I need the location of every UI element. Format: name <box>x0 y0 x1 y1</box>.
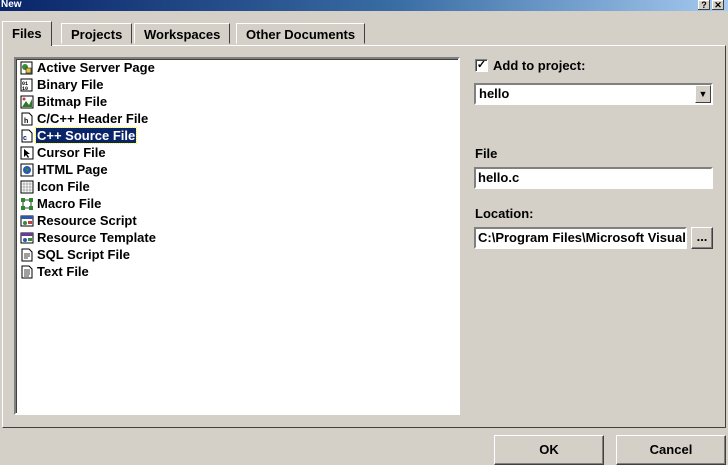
tab-projects[interactable]: Projects <box>61 23 133 44</box>
tab-files[interactable]: Files <box>2 21 52 46</box>
title-bar: New ? ✕ <box>0 0 728 11</box>
cancel-button[interactable]: Cancel <box>616 435 726 465</box>
tab-workspaces[interactable]: Workspaces <box>134 23 231 44</box>
close-button[interactable]: ✕ <box>712 0 724 10</box>
ok-button[interactable]: OK <box>494 435 604 465</box>
tab-strip: Files Projects Workspaces Other Document… <box>0 21 728 46</box>
tab-panel <box>2 45 726 428</box>
tab-other-documents[interactable]: Other Documents <box>236 23 366 44</box>
window-title: New <box>1 0 22 10</box>
help-button[interactable]: ? <box>698 0 710 10</box>
